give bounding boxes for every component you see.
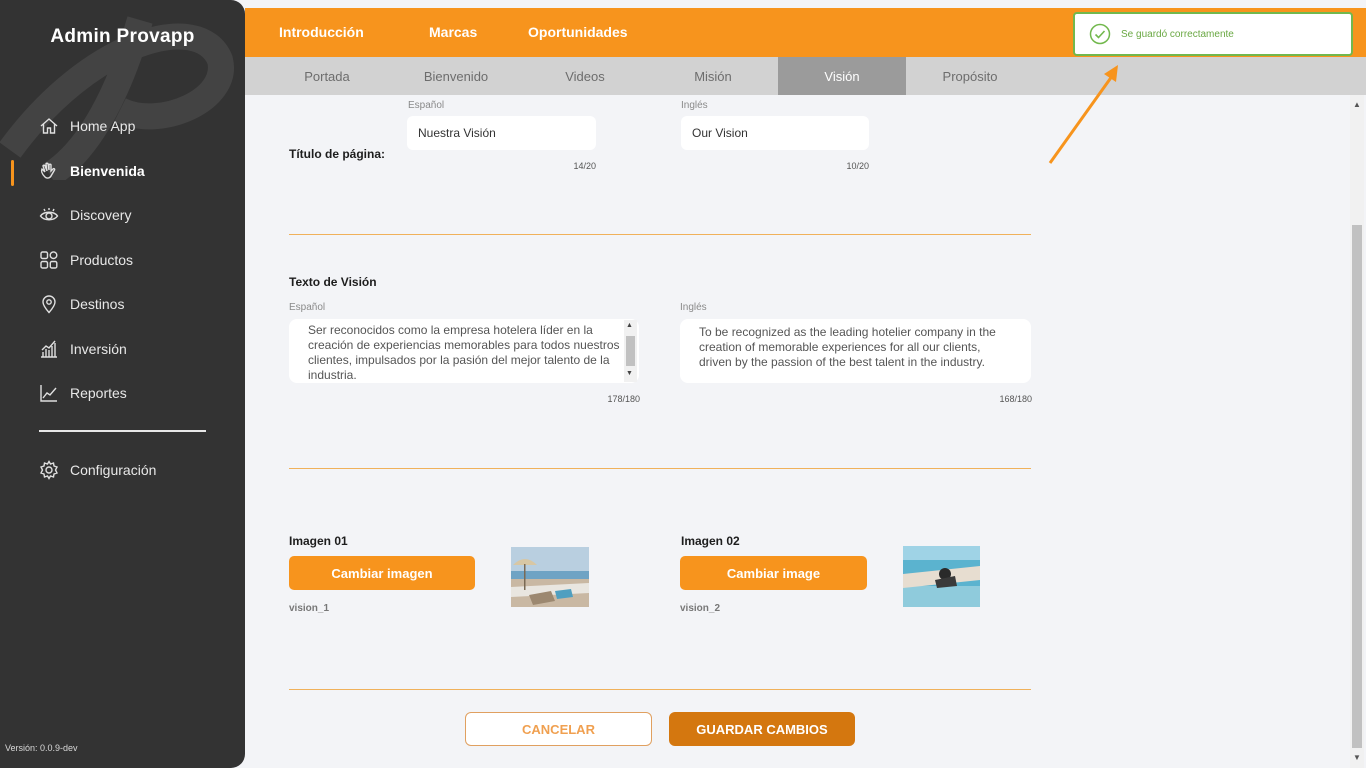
vision-en-counter: 168/180 xyxy=(999,394,1032,404)
sidebar-item-label: Productos xyxy=(70,252,134,268)
toast-message: Se guardó correctamente xyxy=(1121,28,1234,40)
change-image-2-button[interactable]: Cambiar image xyxy=(680,556,867,590)
scroll-up-icon[interactable]: ▲ xyxy=(1353,100,1361,109)
scroll-up-icon[interactable]: ▲ xyxy=(626,322,633,329)
scroll-thumb[interactable] xyxy=(1352,225,1362,748)
title-en-lang-label: Inglés xyxy=(681,100,708,111)
app-title: Admin Provapp xyxy=(50,26,195,47)
line-chart-icon xyxy=(38,382,60,404)
sidebar-item-label: Reportes xyxy=(70,385,127,401)
vision-en-textarea[interactable]: To be recognized as the leading hotelier… xyxy=(680,319,1031,383)
title-es-lang-label: Español xyxy=(408,100,445,111)
divider xyxy=(289,689,1031,690)
vision-en-lang-label: Inglés xyxy=(680,302,707,313)
save-button[interactable]: GUARDAR CAMBIOS xyxy=(669,712,855,746)
sidebar-item-label: Inversión xyxy=(70,341,127,357)
title-label: Título de página: xyxy=(289,147,385,161)
scroll-down-icon[interactable]: ▼ xyxy=(626,370,633,377)
subtab-bienvenido[interactable]: Bienvenido xyxy=(392,57,520,95)
scroll-thumb[interactable] xyxy=(626,336,635,366)
vision-es-counter: 178/180 xyxy=(607,394,640,404)
vision-text-label: Texto de Visión xyxy=(289,275,377,289)
subtab-portada[interactable]: Portada xyxy=(263,57,391,95)
tab-introduccion[interactable]: Introducción xyxy=(279,24,364,40)
location-pin-icon xyxy=(38,293,60,315)
sidebar-item-label: Home App xyxy=(70,118,136,134)
sidebar-item-label: Bienvenida xyxy=(70,163,145,179)
sidebar-item-label: Discovery xyxy=(70,207,132,223)
sidebar-item-label: Configuración xyxy=(70,462,157,478)
image-2-label: Imagen 02 xyxy=(681,534,740,548)
sidebar-item-inversion[interactable]: Inversión xyxy=(38,337,127,361)
divider xyxy=(289,468,1031,469)
cancel-button[interactable]: CANCELAR xyxy=(465,712,652,746)
success-toast: Se guardó correctamente xyxy=(1073,12,1353,56)
active-indicator xyxy=(11,160,14,186)
annotation-arrow-icon xyxy=(1048,65,1118,164)
tab-oportunidades[interactable]: Oportunidades xyxy=(528,24,628,40)
title-es-input[interactable] xyxy=(407,116,596,150)
sidebar-item-home-app[interactable]: Home App xyxy=(38,114,135,138)
sidebar-item-productos[interactable]: Productos xyxy=(38,248,133,272)
subtab-vision[interactable]: Visión xyxy=(778,57,906,95)
image-2-thumbnail xyxy=(903,546,980,607)
sidebar: Admin Provapp Home App Bienvenida Discov… xyxy=(0,0,245,768)
scroll-down-icon[interactable]: ▼ xyxy=(1353,753,1361,762)
page-scrollbar[interactable]: ▲ ▼ xyxy=(1350,95,1364,768)
sidebar-item-bienvenida[interactable]: Bienvenida xyxy=(38,159,145,183)
title-es-counter: 14/20 xyxy=(573,161,596,171)
title-en-input[interactable] xyxy=(681,116,869,150)
app-root: Admin Provapp Home App Bienvenida Discov… xyxy=(0,0,1366,768)
bar-chart-icon xyxy=(38,338,60,360)
eye-icon xyxy=(38,204,60,226)
sidebar-item-label: Destinos xyxy=(70,296,125,312)
check-circle-icon xyxy=(1089,23,1111,45)
sidebar-divider xyxy=(39,430,206,432)
vision-es-lang-label: Español xyxy=(289,302,326,313)
change-image-1-button[interactable]: Cambiar imagen xyxy=(289,556,475,590)
sidebar-item-destinos[interactable]: Destinos xyxy=(38,292,124,316)
subtab-proposito[interactable]: Propósito xyxy=(906,57,1034,95)
title-en-counter: 10/20 xyxy=(846,161,869,171)
image-1-thumbnail xyxy=(511,547,589,607)
gear-icon xyxy=(38,459,60,481)
vision-es-scrollbar[interactable]: ▲ ▼ xyxy=(624,320,637,382)
sub-nav: Portada Bienvenido Videos Misión Visión … xyxy=(245,57,1366,95)
image-2-filename: vision_2 xyxy=(680,603,721,614)
image-1-label: Imagen 01 xyxy=(289,534,348,548)
app-version: Versión: 0.0.9-dev xyxy=(5,743,78,753)
vision-es-textarea[interactable]: Ser reconocidos como la empresa hotelera… xyxy=(289,319,639,383)
sidebar-item-reportes[interactable]: Reportes xyxy=(38,381,127,405)
tab-marcas[interactable]: Marcas xyxy=(429,24,477,40)
subtab-mision[interactable]: Misión xyxy=(649,57,777,95)
image-1-filename: vision_1 xyxy=(289,603,330,614)
grid-icon xyxy=(38,249,60,271)
divider xyxy=(289,234,1031,235)
waving-hand-icon xyxy=(38,160,60,182)
subtab-videos[interactable]: Videos xyxy=(521,57,649,95)
home-icon xyxy=(38,115,60,137)
sidebar-item-configuracion[interactable]: Configuración xyxy=(38,458,156,482)
sidebar-item-discovery[interactable]: Discovery xyxy=(38,203,131,227)
